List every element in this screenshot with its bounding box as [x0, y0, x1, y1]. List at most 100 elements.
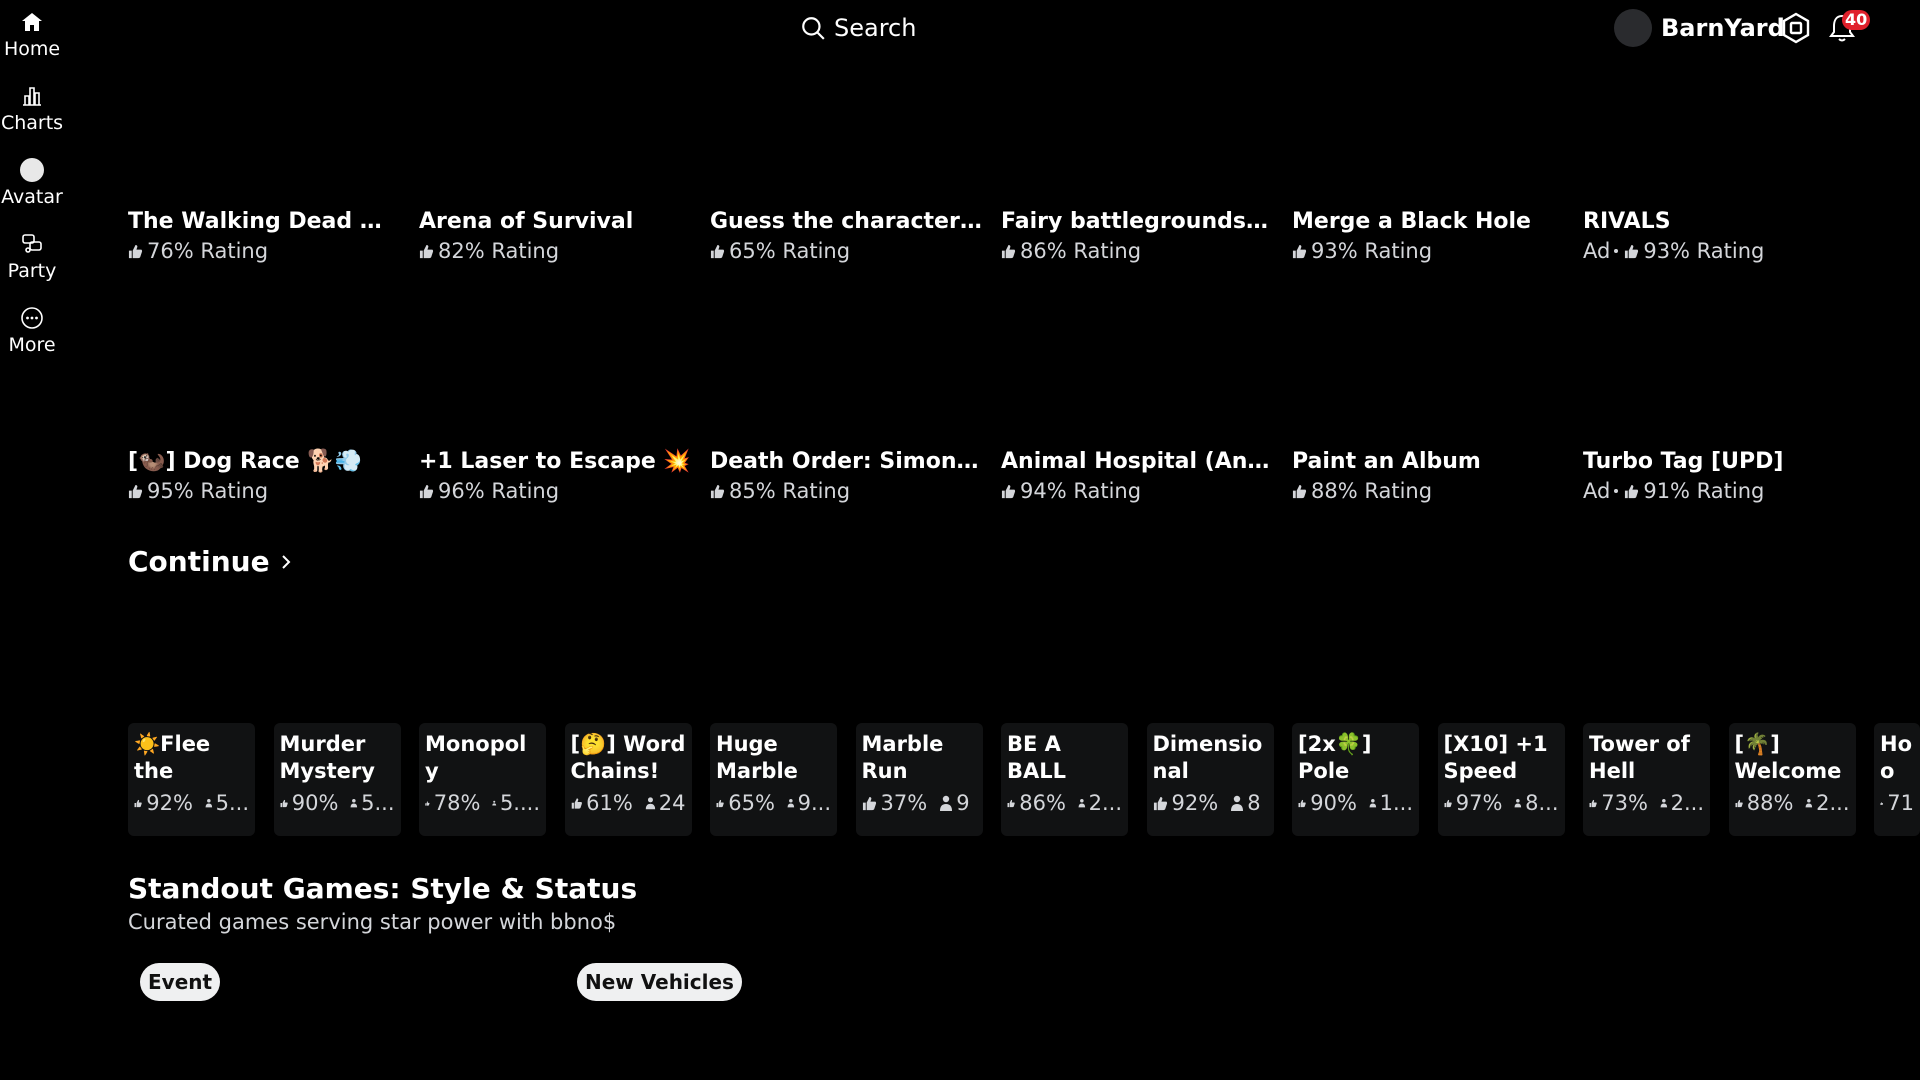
- game-title: [🤔] Word Chains!: [570, 732, 686, 783]
- game-tile[interactable]: Death Order: Simon Says 85% Rating: [710, 448, 982, 506]
- chevron-right-icon: [281, 554, 290, 569]
- thumbs-up-icon: [280, 799, 288, 807]
- game-tile[interactable]: [🦦] Dog Race 🐕💨 95% Rating: [128, 448, 400, 506]
- players-text: 9: [956, 791, 970, 815]
- players-icon: [1078, 799, 1086, 808]
- rating-text: 86%: [1019, 791, 1066, 815]
- standout-section-title: Standout Games: Style & Status: [128, 872, 638, 905]
- robux-icon[interactable]: [1780, 12, 1812, 44]
- continue-game-card[interactable]: Hoo Cus 71: [1874, 723, 1920, 836]
- game-meta: 86% 2...: [1007, 791, 1122, 815]
- search-button[interactable]: Search: [800, 10, 916, 46]
- game-tile[interactable]: Guess the character col... 65% Rating: [710, 208, 982, 266]
- thumbs-up-icon: [425, 800, 430, 806]
- game-tile[interactable]: Merge a Black Hole 93% Rating: [1292, 208, 1564, 266]
- players-text: 2...: [1816, 791, 1850, 815]
- continue-game-card[interactable]: Huge Marble S... 65% 9...: [710, 723, 837, 836]
- continue-game-card[interactable]: BE A BALL 86% 2...: [1001, 723, 1128, 836]
- thumbs-up-icon: [1298, 799, 1306, 807]
- game-meta: 37% 9: [862, 791, 977, 815]
- game-title: Turbo Tag [UPD]: [1583, 449, 1784, 474]
- players-text: 2...: [1088, 791, 1122, 815]
- continue-game-card[interactable]: Tower of Hell 73% 2...: [1583, 723, 1710, 836]
- game-tile[interactable]: RIVALS Ad 93% Rating: [1583, 208, 1855, 266]
- game-title: Arena of Survival: [419, 209, 634, 234]
- event-chip[interactable]: Event: [140, 963, 221, 1001]
- section-title: Continue: [128, 545, 270, 578]
- thumbs-up-icon: [128, 244, 143, 258]
- rating-text: 71: [1887, 791, 1914, 815]
- game-meta: 85% Rating: [710, 476, 982, 506]
- nav-home[interactable]: Home: [0, 0, 64, 70]
- rating-text: 91% Rating: [1643, 479, 1765, 503]
- continue-game-card[interactable]: Monopoly 78% 5....: [419, 723, 546, 836]
- game-meta: 90% 1...: [1298, 791, 1413, 815]
- notification-badge: 40: [1842, 10, 1871, 30]
- continue-game-card[interactable]: Marble Run Sim... 37% 9: [855, 723, 983, 836]
- rating-text: 73%: [1601, 791, 1648, 815]
- thumbs-up-icon: [1735, 799, 1743, 807]
- game-meta: 86% Rating: [1001, 236, 1273, 266]
- avatar: [1614, 9, 1652, 47]
- standout-section-subtitle: Curated games serving star power with bb…: [128, 910, 617, 934]
- game-meta: 71: [1880, 791, 1914, 815]
- game-tile[interactable]: The Walking Dead Onlin... 76% Rating: [128, 208, 400, 266]
- thumbs-up-icon: [1292, 244, 1307, 258]
- game-meta: 65% Rating: [710, 236, 982, 266]
- continue-game-card[interactable]: [2x🍀] Pole Obby 90% 1...: [1292, 723, 1419, 836]
- thumbs-up-icon: [1153, 796, 1167, 810]
- thumbs-up-icon: [1589, 799, 1597, 807]
- continue-game-card[interactable]: [🌴] Welcome 88% 2...: [1728, 723, 1856, 836]
- game-meta: 78% 5....: [425, 791, 540, 815]
- players-text: 9...: [797, 791, 831, 815]
- nav-more[interactable]: More: [0, 296, 64, 366]
- continue-game-card[interactable]: [🤔] Word Chains! 61% 24: [564, 723, 692, 836]
- continue-game-card[interactable]: [X10] +1 Speed Ke... 97% 8...: [1437, 723, 1565, 836]
- game-tile[interactable]: Paint an Album 88% Rating: [1292, 448, 1564, 506]
- game-title: Dimensional Fighters: [1152, 732, 1263, 783]
- nav-avatar[interactable]: Avatar: [0, 148, 64, 218]
- game-title: Huge Marble S...: [716, 732, 798, 783]
- rating-text: 88%: [1746, 791, 1794, 815]
- players-text: 24: [658, 791, 686, 815]
- game-title: Paint an Album: [1292, 449, 1481, 474]
- rating-text: 90%: [291, 791, 339, 815]
- game-meta: 61% 24: [571, 791, 686, 815]
- continue-section-header[interactable]: Continue: [128, 545, 296, 578]
- game-title: Fairy battlegrounds 🧚: [1001, 209, 1273, 234]
- rating-text: 88% Rating: [1311, 479, 1433, 503]
- rating-text: 92%: [1171, 791, 1219, 815]
- game-tile[interactable]: Animal Hospital (Anom... 94% Rating: [1001, 448, 1273, 506]
- game-title: BE A BALL: [1007, 732, 1067, 783]
- thumbs-up-icon: [1625, 484, 1639, 498]
- thumbs-up-icon: [1880, 801, 1884, 805]
- game-title: Hoo Cus: [1880, 732, 1913, 783]
- players-icon: [350, 799, 358, 808]
- players-icon: [1660, 799, 1668, 808]
- game-title: Death Order: Simon Says: [710, 449, 982, 474]
- game-meta: 92% 8: [1153, 791, 1268, 815]
- game-meta: 88% 2...: [1735, 791, 1850, 815]
- rating-text: 82% Rating: [438, 239, 560, 263]
- game-tile[interactable]: Turbo Tag [UPD] Ad 91% Rating: [1583, 448, 1855, 506]
- continue-game-card[interactable]: ☀️Flee the Facility🧊 92% 5...: [128, 723, 255, 836]
- game-tile[interactable]: Fairy battlegrounds 🧚 86% Rating: [1001, 208, 1273, 266]
- game-meta: 97% 8...: [1444, 791, 1559, 815]
- avatar-icon: [20, 158, 44, 182]
- rating-text: 93% Rating: [1643, 239, 1765, 263]
- continue-game-card[interactable]: Murder Mystery 2 90% 5...: [273, 723, 401, 836]
- user-profile[interactable]: BarnYard: [1614, 8, 1785, 48]
- game-tile[interactable]: Arena of Survival 82% Rating: [419, 208, 691, 266]
- nav-charts[interactable]: Charts: [0, 74, 64, 144]
- nav-label: Party: [7, 260, 57, 282]
- game-tile[interactable]: +1 Laser to Escape 💥 96% Rating: [419, 448, 691, 506]
- thumbs-up-icon: [1292, 484, 1307, 498]
- nav-party[interactable]: Party: [0, 222, 64, 292]
- continue-game-card[interactable]: Dimensional Fighters 92% 8: [1146, 723, 1274, 836]
- game-title: Monopoly: [425, 732, 527, 783]
- rating-text: 93% Rating: [1311, 239, 1433, 263]
- rating-text: 95% Rating: [147, 479, 269, 503]
- thumbs-up-icon: [862, 796, 876, 810]
- game-meta: 94% Rating: [1001, 476, 1273, 506]
- new-vehicles-chip[interactable]: New Vehicles: [577, 963, 742, 1001]
